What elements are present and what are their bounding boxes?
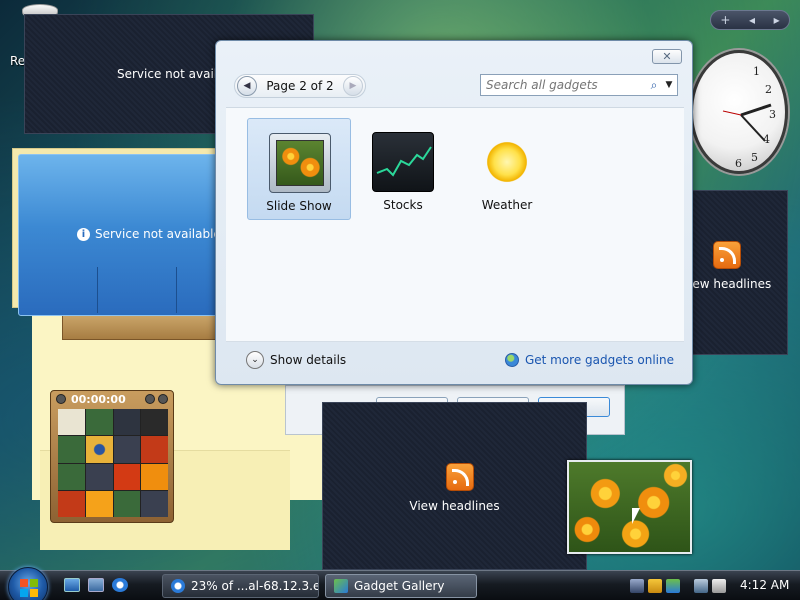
next-icon[interactable]: ▸ (774, 13, 780, 27)
close-button[interactable]: ✕ (652, 49, 682, 64)
taskbar-button-label: Gadget Gallery (354, 579, 445, 593)
add-gadget-icon[interactable]: + (720, 13, 730, 27)
mouse-cursor-icon (632, 508, 640, 524)
puzzle-pause-icon[interactable] (56, 394, 66, 404)
clock-gadget[interactable]: 1 2 3 4 5 6 (690, 50, 790, 174)
prev-page-button[interactable]: ◀ (237, 76, 257, 96)
recycle-bin-label: Re (10, 54, 26, 68)
search-box: ⌕ ▼ (480, 74, 678, 96)
taskbar-button-label: 23% of ...al-68.12.3.e... (191, 579, 319, 593)
gadget-stocks[interactable]: Stocks (351, 118, 455, 220)
volume-muted-icon[interactable] (712, 579, 726, 593)
switch-windows-icon[interactable] (88, 578, 104, 592)
puzzle-tile[interactable] (58, 463, 85, 490)
search-icon[interactable]: ⌕ (647, 78, 661, 92)
security-shield-icon[interactable] (648, 579, 662, 593)
service-message: Service not available (95, 227, 221, 241)
picture-puzzle-gadget[interactable]: 00:00:00 (50, 390, 174, 523)
show-details-button[interactable]: ⌄ Show details (246, 350, 347, 369)
puzzle-tile[interactable] (113, 409, 141, 436)
taskbar-gadget-gallery-button[interactable]: Gadget Gallery (325, 574, 477, 598)
taskbar: 23% of ...al-68.12.3.e... Gadget Gallery… (0, 567, 800, 600)
blue-gadget[interactable]: i Service not available (18, 154, 221, 316)
search-input[interactable] (481, 78, 647, 92)
feed-gadget-lower[interactable]: View headlines (322, 402, 587, 570)
wood-panel (62, 316, 218, 340)
puzzle-tile[interactable] (113, 463, 141, 490)
clock-hands-icon (722, 103, 772, 142)
gadget-label: Slide Show (266, 199, 332, 213)
puzzle-tile[interactable] (113, 490, 141, 517)
puzzle-tile[interactable] (58, 436, 85, 463)
puzzle-tile[interactable] (58, 409, 85, 436)
start-button[interactable] (8, 567, 48, 600)
feed-gadget-right[interactable]: iew headlines (688, 190, 788, 355)
show-desktop-icon[interactable] (64, 578, 80, 592)
puzzle-tile[interactable] (85, 436, 113, 463)
puzzle-tile[interactable] (85, 409, 113, 436)
slide-show-icon (269, 133, 331, 193)
get-more-gadgets-label: Get more gadgets online (524, 352, 674, 367)
puzzle-tile[interactable] (141, 463, 168, 490)
internet-explorer-icon[interactable] (112, 578, 128, 592)
taskbar-download-button[interactable]: 23% of ...al-68.12.3.e... (162, 574, 319, 598)
rss-icon (713, 241, 741, 269)
get-more-gadgets-link[interactable]: Get more gadgets online (504, 352, 674, 367)
puzzle-solve-icon[interactable] (158, 394, 168, 404)
next-page-button[interactable]: ▶ (343, 76, 363, 96)
gadget-list: Slide Show Stocks Weather (226, 107, 684, 341)
system-tray (630, 575, 730, 597)
page-indicator: Page 2 of 2 (266, 79, 334, 93)
prev-icon[interactable]: ◂ (749, 13, 755, 27)
display-icon[interactable] (694, 579, 708, 593)
gadget-divider (97, 267, 217, 313)
view-headlines-link[interactable]: View headlines (323, 499, 586, 513)
search-dropdown-icon[interactable]: ▼ (661, 80, 677, 90)
gadget-label: Weather (481, 198, 533, 212)
puzzle-tile[interactable] (141, 490, 168, 517)
gadget-slide-show[interactable]: Slide Show (247, 118, 351, 220)
gadget-weather[interactable]: Weather (455, 118, 559, 220)
puzzle-tile[interactable] (113, 436, 141, 463)
info-icon: i (77, 228, 90, 241)
stocks-icon (372, 132, 434, 192)
network-icon[interactable] (630, 579, 644, 593)
taskbar-clock[interactable]: 4:12 AM (740, 578, 789, 592)
puzzle-tile[interactable] (58, 490, 85, 517)
gadget-gallery-icon (334, 579, 348, 593)
puzzle-tile[interactable] (85, 490, 113, 517)
puzzle-help-icon[interactable] (145, 394, 155, 404)
weather-sun-icon (476, 132, 538, 192)
sidebar-controls[interactable]: + ◂ ▸ (710, 10, 790, 30)
page-navigator: ◀ Page 2 of 2 ▶ (234, 74, 366, 98)
view-headlines-link[interactable]: iew headlines (689, 277, 771, 291)
clock-face: 1 2 3 4 5 6 (690, 50, 788, 174)
puzzle-tile[interactable] (85, 463, 113, 490)
puzzle-grid (58, 409, 168, 517)
puzzle-timer: 00:00:00 (71, 393, 126, 406)
show-details-label: Show details (270, 352, 347, 367)
rss-icon (446, 463, 474, 491)
puzzle-tile[interactable] (141, 409, 168, 436)
puzzle-tile[interactable] (141, 436, 168, 463)
service-message: Service not availa (117, 67, 225, 81)
gadget-gallery-window[interactable]: ✕ ◀ Page 2 of 2 ▶ ⌕ ▼ Slide Show Stocks … (215, 40, 693, 385)
slideshow-gadget-photo[interactable] (567, 460, 692, 554)
gallery-footer: ⌄ Show details Get more gadgets online (226, 341, 684, 377)
gadget-label: Stocks (383, 198, 423, 212)
sidebar-icon[interactable] (666, 579, 680, 593)
globe-icon (504, 352, 519, 367)
internet-explorer-icon (171, 579, 185, 593)
chevron-down-icon: ⌄ (246, 350, 264, 369)
